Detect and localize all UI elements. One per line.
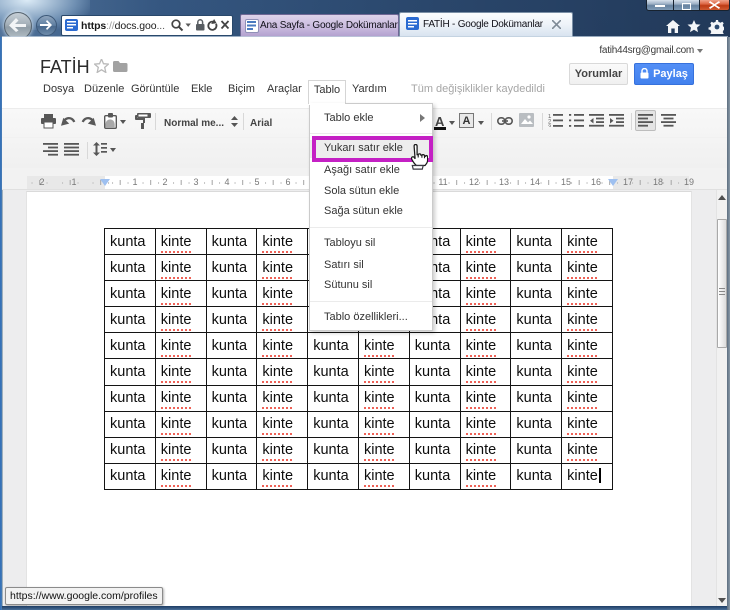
svg-text:3: 3 — [548, 125, 552, 127]
